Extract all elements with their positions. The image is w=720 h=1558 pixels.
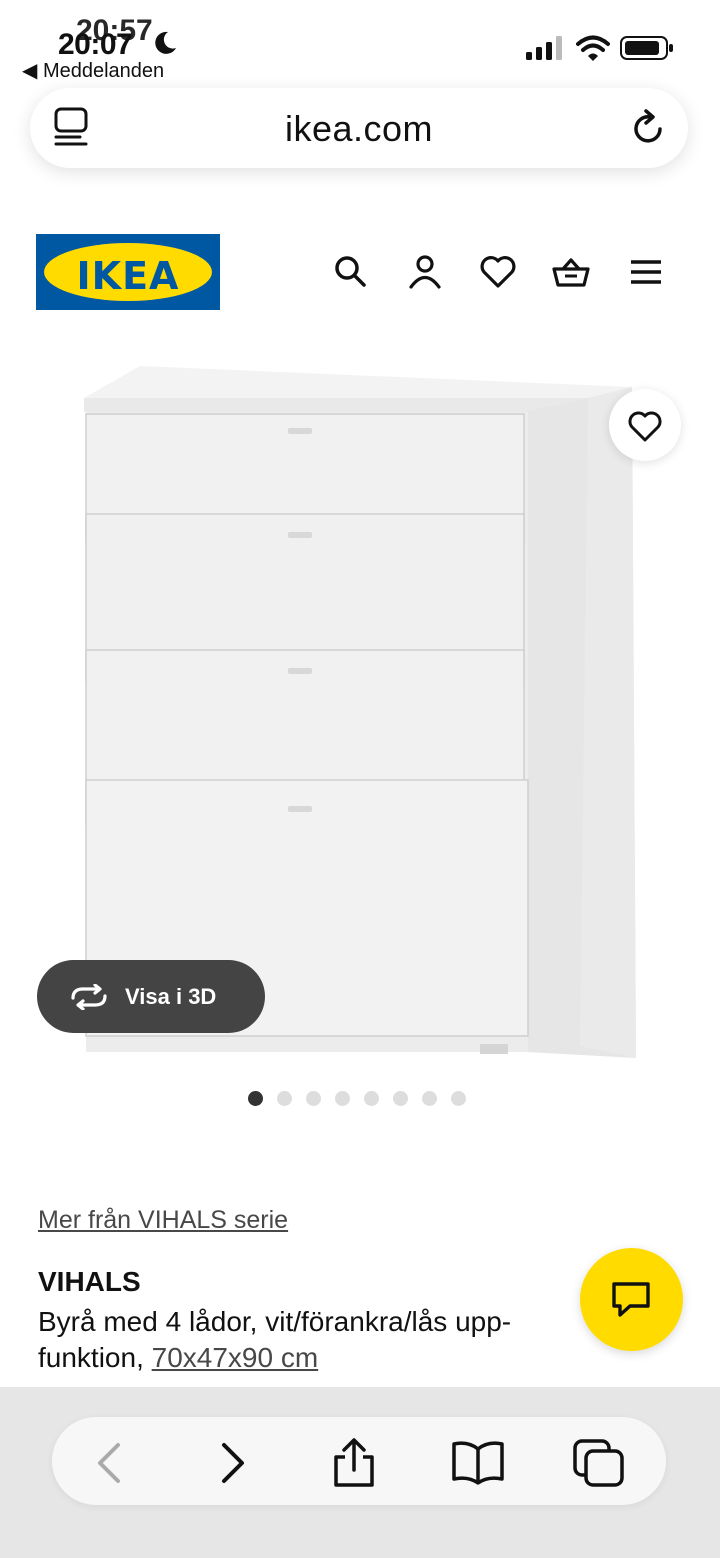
product-name: VIHALS	[38, 1266, 141, 1297]
basket-icon[interactable]	[551, 252, 591, 292]
save-favorite-button[interactable]	[609, 389, 681, 461]
battery-icon	[620, 36, 673, 60]
status-bar: 20:57 20:07 ◀ Meddelanden	[0, 0, 720, 86]
ikea-logo[interactable]: IKEA	[36, 234, 220, 310]
carousel-dot[interactable]	[248, 1091, 263, 1106]
url-text[interactable]: ikea.com	[30, 108, 688, 150]
status-time: 20:07	[58, 28, 133, 61]
logo-text: IKEA	[76, 254, 180, 298]
image-carousel-indicator[interactable]	[248, 1091, 466, 1107]
heart-icon[interactable]	[478, 252, 518, 292]
forward-icon[interactable]	[210, 1437, 258, 1489]
view-in-3d-label: Visa i 3D	[125, 984, 217, 1009]
carousel-dot[interactable]	[335, 1091, 350, 1106]
carousel-dot[interactable]	[393, 1091, 408, 1106]
search-icon[interactable]	[331, 252, 371, 292]
cellular-signal-icon	[526, 36, 562, 60]
carousel-dot[interactable]	[364, 1091, 379, 1106]
wifi-icon	[576, 35, 610, 61]
rotate-3d-icon	[71, 984, 107, 1010]
account-icon[interactable]	[405, 252, 445, 292]
product-dimensions-link[interactable]: 70x47x90 cm	[152, 1342, 319, 1373]
carousel-dot[interactable]	[422, 1091, 437, 1106]
chat-button[interactable]	[580, 1248, 683, 1351]
bookmarks-icon[interactable]	[450, 1437, 506, 1489]
view-in-3d-button[interactable]: Visa i 3D	[37, 960, 265, 1033]
share-icon[interactable]	[330, 1437, 378, 1489]
drawer-fronts	[85, 413, 529, 1037]
product-description: Byrå med 4 lådor, vit/förankra/lås upp-f…	[38, 1304, 578, 1376]
carousel-dot[interactable]	[451, 1091, 466, 1106]
back-to-app-link[interactable]: ◀ Meddelanden	[22, 58, 164, 83]
carousel-dot[interactable]	[306, 1091, 321, 1106]
chat-icon	[612, 1282, 650, 1317]
moon-icon	[155, 31, 176, 54]
carousel-dot[interactable]	[277, 1091, 292, 1106]
reload-icon[interactable]	[628, 108, 668, 148]
menu-icon[interactable]	[626, 252, 666, 292]
heart-icon	[628, 411, 662, 442]
series-link[interactable]: Mer från VIHALS serie	[38, 1206, 288, 1235]
tabs-icon[interactable]	[572, 1437, 626, 1489]
back-icon[interactable]	[84, 1437, 132, 1489]
address-bar[interactable]: ikea.com	[30, 88, 688, 168]
